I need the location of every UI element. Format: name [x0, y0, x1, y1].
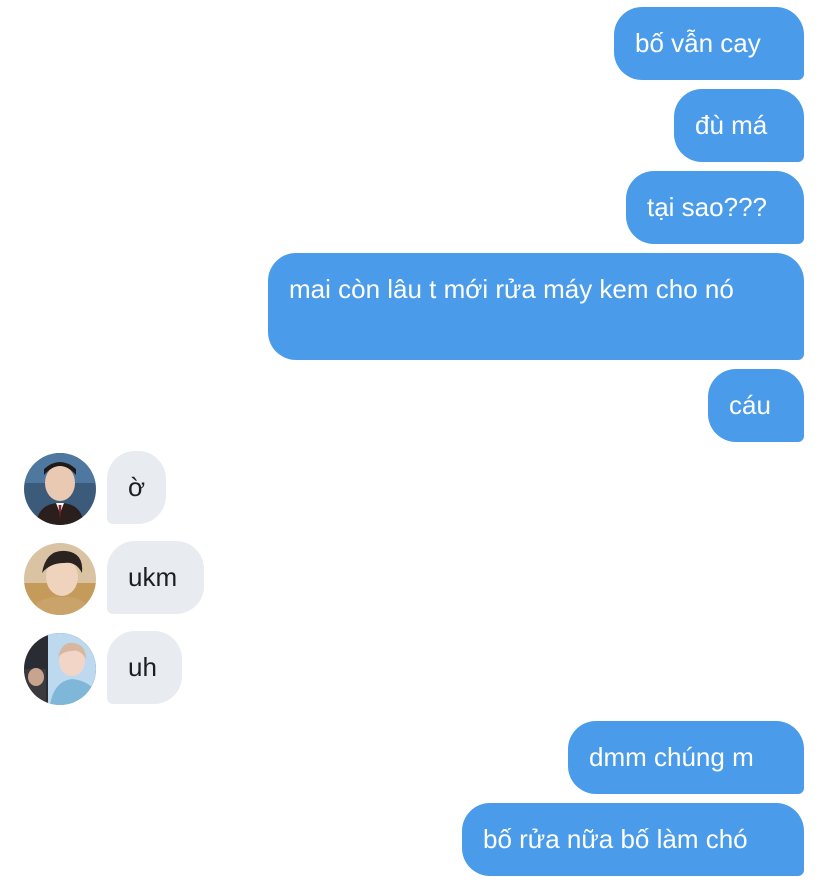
message-thread: bố vẫn cay đù má tại sao??? mai còn lâu …	[0, 0, 828, 889]
received-message-bubble[interactable]: uh	[107, 631, 182, 704]
sent-message-bubble[interactable]: bố rửa nữa bố làm chó	[462, 803, 804, 876]
avatar[interactable]	[24, 543, 96, 615]
avatar-photo-icon	[24, 543, 96, 615]
avatar-photo-icon	[24, 453, 96, 525]
received-message-bubble[interactable]: ờ	[107, 451, 166, 524]
sent-message-bubble[interactable]: cáu	[708, 369, 804, 442]
sent-message-bubble[interactable]: mai còn lâu t mới rửa máy kem cho nó	[268, 253, 804, 360]
received-message-bubble[interactable]: ukm	[107, 541, 204, 614]
avatar[interactable]	[24, 453, 96, 525]
sent-message-bubble[interactable]: dmm chúng m	[568, 721, 804, 794]
sent-message-bubble[interactable]: bố vẫn cay	[614, 7, 804, 80]
avatar[interactable]	[24, 633, 96, 705]
sent-message-bubble[interactable]: đù má	[674, 89, 804, 162]
avatar-photo-icon	[24, 633, 96, 705]
sent-message-bubble[interactable]: tại sao???	[626, 171, 804, 244]
